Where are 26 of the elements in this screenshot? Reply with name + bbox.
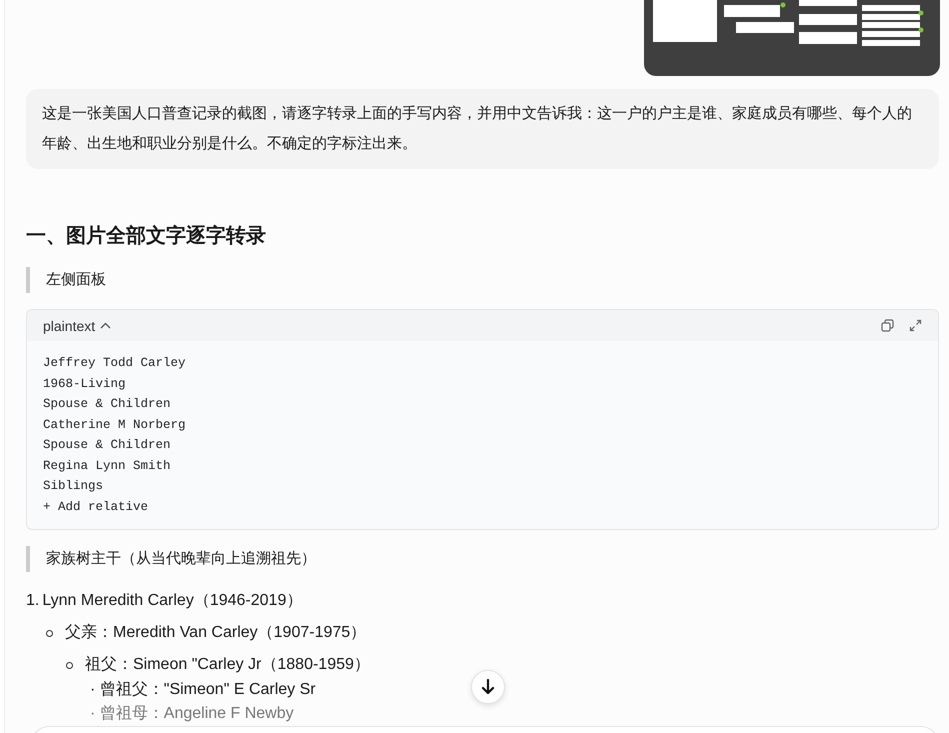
- code-line: Spouse & Children: [43, 437, 172, 454]
- list-item-text: Lynn Meredith Carley（1946-2019）: [42, 591, 302, 611]
- list-item-text: 祖父：Simeon "Carley Jr（1880-1959）: [85, 654, 370, 675]
- scroll-down-button[interactable]: [471, 670, 505, 704]
- code-line: + Add relative: [43, 498, 150, 516]
- code-language-toggle[interactable]: plaintext: [43, 318, 112, 334]
- expand-icon[interactable]: [909, 319, 922, 332]
- list-item-text: · 曾祖母：Angeline F Newby: [90, 704, 294, 724]
- list-item-text: 父亲：Meredith Van Carley（1907-1975）: [65, 622, 366, 643]
- bullet-icon: [66, 662, 73, 668]
- blockquote-text: 家族树主干（从当代晚辈向上追溯祖先）: [46, 550, 316, 567]
- blockquote-text: 左侧面板: [46, 271, 106, 288]
- arrow-down-icon: [481, 679, 495, 695]
- caret-icon: [100, 322, 112, 329]
- bullet-icon: [46, 630, 53, 636]
- code-line: Jeffrey Todd Carley: [43, 355, 187, 372]
- list-number: 1.: [26, 591, 40, 611]
- code-line: 1968-Living: [43, 376, 127, 392]
- list-item-text: · 曾祖父："Simeon" E Carley Sr: [90, 680, 316, 700]
- user-message: 这是一张美国人口普查记录的截图，请逐字转录上面的手写内容，并用中文告诉我：这一户的户主是谁、家庭成员有哪些、每个人的年龄、出生地和职业分别是什么。不确定的字标注出来。: [26, 89, 939, 169]
- code-line: Spouse & Children: [43, 396, 172, 413]
- code-line: Catherine M Norberg: [43, 416, 187, 434]
- section-heading: 一、图片全部文字逐字转录: [26, 224, 267, 249]
- copy-icon[interactable]: [881, 319, 894, 332]
- code-line: Siblings: [43, 478, 104, 495]
- code-line: Regina Lynn Smith: [43, 458, 172, 474]
